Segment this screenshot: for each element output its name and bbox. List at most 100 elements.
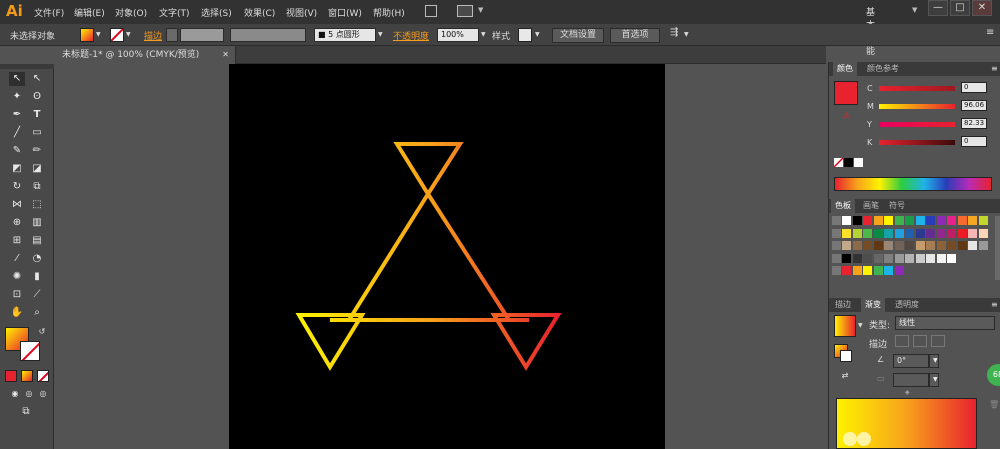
stroke-within-icon[interactable] — [895, 335, 909, 347]
menu-window[interactable]: 窗口(W) — [328, 6, 362, 19]
fill-swatch[interactable] — [80, 28, 94, 42]
swatch-chip[interactable] — [947, 216, 956, 225]
swatch-chip[interactable] — [936, 253, 946, 263]
swatch-chip[interactable] — [915, 241, 925, 250]
menu-select[interactable]: 选择(S) — [201, 6, 232, 19]
opacity-label[interactable]: 不透明度 — [393, 29, 429, 42]
swatch-chip[interactable] — [863, 216, 872, 225]
stroke-weight-input[interactable] — [180, 28, 224, 42]
chevron-down-icon[interactable]: ▼ — [929, 354, 939, 368]
swatch-chip[interactable] — [894, 228, 904, 238]
variable-width-profile[interactable] — [230, 28, 306, 42]
swatches-scrollbar[interactable] — [995, 216, 1000, 280]
swatch-chip[interactable] — [852, 228, 862, 238]
shape-builder-tool-icon[interactable]: ⊕ — [9, 216, 25, 230]
gradient-mode-button[interactable] — [21, 370, 33, 382]
free-transform-tool-icon[interactable]: ⬚ — [29, 198, 45, 212]
swatch-chip[interactable] — [957, 216, 967, 225]
tab-color-guide[interactable]: 颜色参考 — [863, 62, 903, 76]
panel-menu-icon[interactable]: ≡ — [987, 298, 1000, 312]
swatch-chip[interactable] — [873, 253, 883, 263]
swatch-chip[interactable] — [863, 266, 872, 275]
direct-selection-tool-icon[interactable]: ↖ — [29, 72, 45, 86]
chevron-down-icon[interactable]: ▼ — [535, 31, 540, 38]
rotate-tool-icon[interactable]: ↻ — [9, 180, 25, 194]
out-of-gamut-icon[interactable]: ⚠ — [843, 111, 850, 120]
tab-gradient[interactable]: 渐变 — [861, 298, 885, 312]
swatch-chip[interactable] — [894, 241, 904, 250]
swatch-chip[interactable] — [968, 216, 977, 225]
symbol-sprayer-tool-icon[interactable]: ✺ — [9, 270, 25, 284]
swatch-folder-icon[interactable] — [832, 253, 841, 263]
chevron-down-icon[interactable]: ▼ — [481, 31, 486, 38]
rectangle-tool-icon[interactable]: ▭ — [29, 126, 45, 140]
swatch-chip[interactable] — [905, 241, 914, 250]
chevron-down-icon[interactable]: ▼ — [378, 31, 383, 38]
swatch-chip[interactable] — [936, 228, 946, 238]
artboard-tool-icon[interactable]: ⊡ — [9, 288, 25, 302]
channel-y-slider[interactable] — [879, 122, 955, 127]
lasso-tool-icon[interactable]: ʘ — [29, 90, 45, 104]
swatch-chip[interactable] — [842, 266, 851, 275]
swatch-chip[interactable] — [884, 216, 893, 225]
brush-definition[interactable]: ■ 5 点圆形 — [314, 28, 376, 42]
menu-file[interactable]: 文件(F) — [34, 6, 64, 19]
stroke-weight-stepper[interactable] — [166, 28, 178, 42]
swatch-chip[interactable] — [978, 216, 988, 225]
gradient-stroke-box[interactable] — [840, 350, 852, 362]
swatch-chip[interactable] — [968, 241, 977, 250]
swatch-folder-icon[interactable] — [832, 228, 841, 238]
swatch-chip[interactable] — [852, 253, 862, 263]
tab-brushes[interactable]: 画笔 — [859, 199, 883, 213]
channel-y-value[interactable]: 82.33 — [961, 118, 987, 129]
none-color-button[interactable] — [834, 158, 843, 167]
swatch-folder-icon[interactable] — [832, 216, 841, 225]
document-tab[interactable]: 未标题-1* @ 100% (CMYK/预览) ✕ — [56, 46, 236, 64]
stroke-across-icon[interactable] — [931, 335, 945, 347]
eyedropper-tool-icon[interactable]: ⁄ — [9, 252, 25, 266]
hand-tool-icon[interactable]: ✋ — [9, 306, 25, 320]
pencil-tool-icon[interactable]: ✏ — [29, 144, 45, 158]
channel-c-slider[interactable] — [879, 86, 955, 91]
swatch-chip[interactable] — [884, 266, 893, 275]
menu-effect[interactable]: 效果(C) — [244, 6, 275, 19]
swatch-chip[interactable] — [957, 228, 967, 238]
swatch-chip[interactable] — [852, 241, 862, 250]
stroke-swatch[interactable] — [110, 28, 124, 42]
channel-c-value[interactable]: 0 — [961, 82, 987, 93]
midpoint-diamond-icon[interactable]: ◆ — [905, 389, 910, 396]
swatch-chip[interactable] — [884, 241, 893, 250]
blob-brush-tool-icon[interactable]: ◩ — [9, 162, 25, 176]
arrange-documents-icon[interactable] — [457, 5, 473, 17]
swatch-chip[interactable] — [863, 241, 872, 250]
swatch-chip[interactable] — [842, 216, 851, 225]
zoom-tool-icon[interactable]: ⌕ — [29, 306, 45, 320]
swatch-chip[interactable] — [884, 253, 893, 263]
gradient-tool-icon[interactable]: ▤ — [29, 234, 45, 248]
swatch-chip[interactable] — [947, 228, 956, 238]
chevron-down-icon[interactable]: ▼ — [126, 31, 131, 38]
channel-k-value[interactable]: 0 — [961, 136, 987, 147]
arrange-icon[interactable]: ⇶ — [670, 27, 678, 38]
chevron-down-icon[interactable]: ▼ — [858, 322, 863, 329]
menu-help[interactable]: 帮助(H) — [373, 6, 405, 19]
artboard[interactable] — [229, 64, 665, 449]
reverse-gradient-icon[interactable]: ⇄ — [837, 369, 853, 383]
pen-tool-icon[interactable]: ✒ — [9, 108, 25, 122]
tab-swatches[interactable]: 色板 — [831, 199, 855, 213]
scale-tool-icon[interactable]: ⧉ — [29, 180, 45, 194]
swatch-chip[interactable] — [863, 228, 872, 238]
fill-color-swatch[interactable] — [834, 81, 858, 105]
none-mode-button[interactable] — [37, 370, 49, 382]
opacity-input[interactable]: 100% — [437, 28, 479, 42]
swatch-chip[interactable] — [915, 253, 925, 263]
gradient-thumbnail[interactable] — [834, 315, 856, 337]
tab-stroke[interactable]: 描边 — [831, 298, 855, 312]
swatch-chip[interactable] — [852, 216, 862, 225]
delete-stop-icon[interactable]: 🗑 — [989, 400, 999, 409]
maximize-button[interactable]: □ — [950, 0, 970, 16]
channel-m-value[interactable]: 96.06 — [961, 100, 987, 111]
menu-view[interactable]: 视图(V) — [286, 6, 317, 19]
swatch-chip[interactable] — [873, 216, 883, 225]
swatch-chip[interactable] — [947, 241, 956, 250]
